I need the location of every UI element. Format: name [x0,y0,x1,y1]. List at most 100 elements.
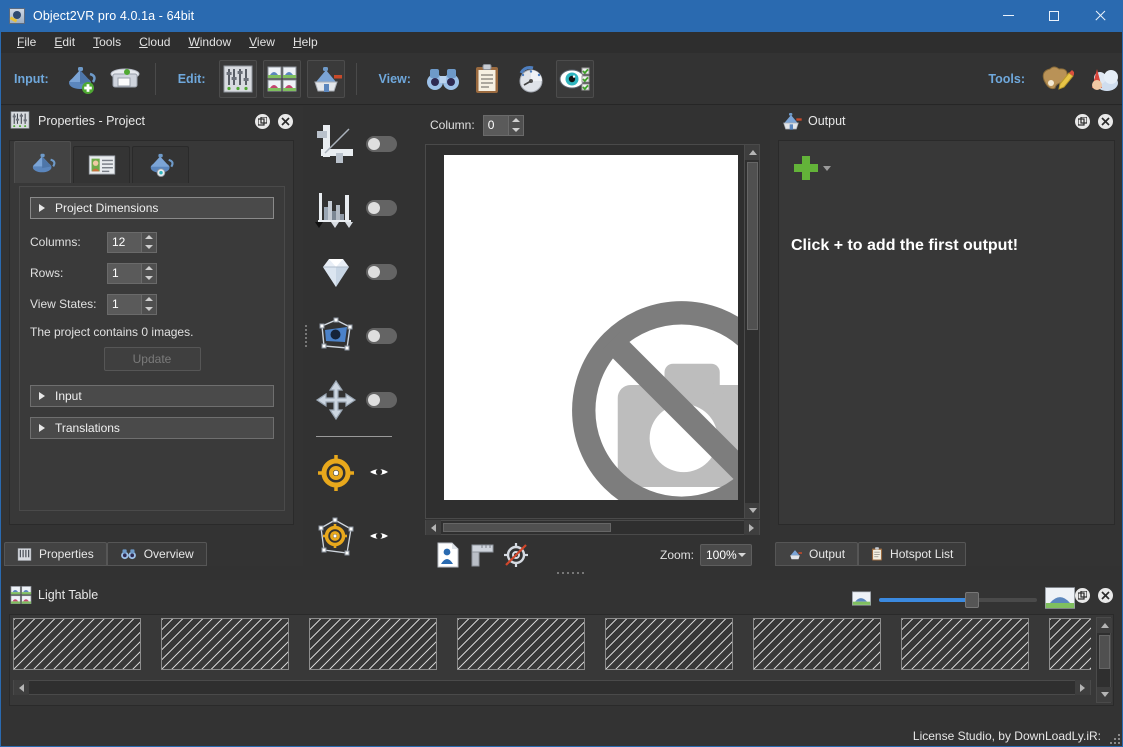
minimize-button[interactable] [985,0,1031,31]
menu-window[interactable]: Window [179,32,240,52]
rows-spin-up[interactable] [142,264,156,274]
close-icon[interactable] [1098,113,1113,129]
menu-cloud[interactable]: Cloud [130,32,179,52]
overview-button[interactable] [424,60,462,98]
crop-icon[interactable] [312,120,360,168]
light-table-vertical-scroll-thumb[interactable] [1099,635,1110,669]
menu-view[interactable]: View [240,32,284,52]
levels-toggle[interactable] [366,200,397,216]
float-icon[interactable] [255,113,270,129]
column-spin-down[interactable] [509,125,523,135]
light-table-scroll-up-button[interactable] [1097,618,1112,633]
light-table-cell[interactable] [1049,618,1091,670]
view-states-input[interactable] [107,293,142,315]
chevron-down-icon[interactable] [823,165,831,171]
columns-spin-arrows[interactable] [142,231,157,253]
view-states-spin-arrows[interactable] [142,293,157,315]
thumbnail-size-slider[interactable] [879,591,1037,608]
column-stepper[interactable] [482,114,524,136]
columns-spin-up[interactable] [142,233,156,243]
light-table-cell[interactable] [457,618,585,670]
tab-input[interactable] [132,146,189,183]
rows-spin-down[interactable] [142,273,156,283]
light-table-cell[interactable] [753,618,881,670]
timing-button[interactable] [512,60,550,98]
scanner-input-button[interactable] [106,60,144,98]
viewer-vertical-scrollbar[interactable] [744,145,759,518]
columns-spin-down[interactable] [142,242,156,252]
preview-button[interactable] [555,59,594,98]
light-table-scroll-left-button[interactable] [14,680,29,695]
diamond-icon[interactable] [312,248,360,296]
resize-grip[interactable] [1107,731,1120,744]
tab-properties[interactable]: Properties [4,542,107,566]
maximize-button[interactable] [1031,0,1077,31]
move-toggle[interactable] [366,392,397,408]
light-table-scroll-down-button[interactable] [1097,687,1112,702]
tab-overview[interactable]: Overview [106,542,207,566]
document-person-icon[interactable] [433,542,463,568]
move-arrows-icon[interactable] [312,376,360,424]
viewer-horizontal-scroll-thumb[interactable] [443,523,611,532]
section-project-dimensions[interactable]: Project Dimensions [30,197,274,219]
cloud-tools-button[interactable] [1082,60,1120,98]
tab-user-data[interactable] [73,146,130,183]
scroll-up-button[interactable] [745,145,759,160]
zoom-select[interactable]: 100% [700,544,752,566]
output-button[interactable] [306,59,345,98]
menu-tools[interactable]: Tools [84,32,130,52]
light-table-cell[interactable] [13,618,141,670]
splitter-left[interactable] [303,325,308,347]
light-table-cell[interactable] [161,618,289,670]
light-table-vertical-scrollbar[interactable] [1096,617,1112,703]
viewer-vertical-scroll-thumb[interactable] [747,162,758,330]
light-table-horizontal-scrollbar[interactable] [13,680,1091,695]
target-crossed-icon[interactable] [501,542,531,568]
float-icon[interactable] [1075,587,1090,603]
perspective-target-icon[interactable] [312,513,360,561]
light-table-cell[interactable] [901,618,1029,670]
quality-toggle[interactable] [366,264,397,280]
skin-editor-button[interactable] [1038,60,1076,98]
rows-spin-arrows[interactable] [142,262,157,284]
rows-input[interactable] [107,262,142,284]
perspective-toggle[interactable] [366,328,397,344]
close-button[interactable] [1077,0,1123,31]
columns-input[interactable] [107,231,142,253]
tab-output[interactable]: Output [775,542,859,566]
perspective-photo-icon[interactable] [312,312,360,360]
splitter-viewer-bottom[interactable] [557,570,584,575]
perspective-center-visibility-toggle[interactable] [367,528,391,547]
menu-help[interactable]: Help [284,32,327,52]
center-point-visibility-toggle[interactable] [367,464,391,483]
section-translations[interactable]: Translations [30,417,274,439]
target-icon[interactable] [312,449,360,497]
project-properties-button[interactable] [218,59,257,98]
light-table-scroll-right-button[interactable] [1075,680,1090,695]
columns-stepper[interactable] [107,231,157,253]
light-table-button[interactable] [262,59,301,98]
crop-toggle[interactable] [366,136,397,152]
view-states-spin-up[interactable] [142,295,156,305]
view-states-spin-down[interactable] [142,304,156,314]
scroll-left-button[interactable] [426,520,441,535]
menu-edit[interactable]: Edit [45,32,84,52]
light-table-cell[interactable] [309,618,437,670]
scroll-down-button[interactable] [745,503,759,518]
section-input[interactable]: Input [30,385,274,407]
float-icon[interactable] [1075,113,1090,129]
hotspot-list-button[interactable] [468,60,506,98]
add-output-button[interactable] [793,155,831,181]
image-canvas[interactable] [425,144,760,519]
viewer-horizontal-scrollbar[interactable] [425,520,760,535]
histogram-icon[interactable] [312,184,360,232]
column-spin-arrows[interactable] [508,114,524,136]
update-button[interactable]: Update [103,347,201,371]
scroll-right-button[interactable] [744,520,759,535]
slider-handle[interactable] [965,591,979,608]
menu-file[interactable]: File [8,32,45,52]
close-icon[interactable] [1098,587,1113,603]
light-table-cell[interactable] [605,618,733,670]
ruler-icon[interactable] [467,542,497,568]
add-input-images-button[interactable] [62,60,100,98]
